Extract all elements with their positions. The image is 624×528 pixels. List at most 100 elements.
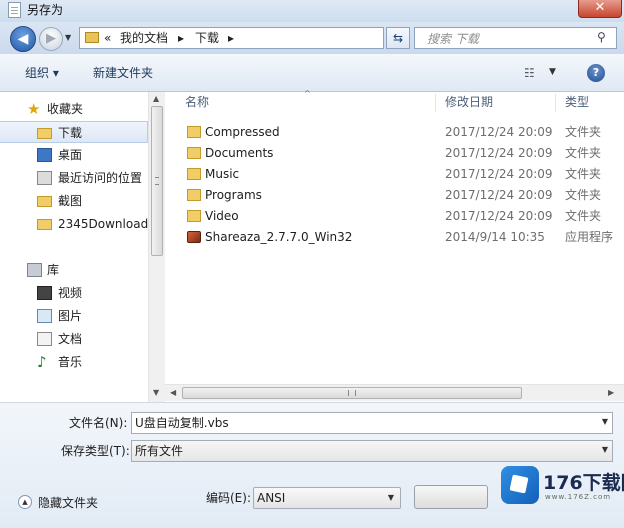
file-type: 文件夹 (565, 146, 602, 160)
file-name: Music (205, 167, 240, 181)
file-row-shareaza[interactable]: Shareaza_2.7.7.0_Win32 2014/9/14 10:35 应… (183, 227, 623, 248)
sidebar-item-music[interactable]: ♪ 音乐 (0, 351, 148, 373)
filetype-value: 所有文件 (135, 444, 184, 458)
filetype-select[interactable]: 所有文件 ▼ (131, 440, 613, 462)
scroll-left-arrow[interactable]: ◀ (170, 388, 176, 397)
file-type: 文件夹 (565, 209, 602, 223)
sidebar-item-recent-places[interactable]: 最近访问的位置 (0, 167, 148, 189)
column-header-name[interactable]: 名称 (185, 94, 209, 110)
sidebar-item-videos[interactable]: 视频 (0, 282, 148, 304)
sidebar-item-screenshots[interactable]: 截图 (0, 190, 148, 212)
breadcrumb-separator[interactable]: ▸ (228, 30, 234, 46)
folder-icon (187, 168, 201, 180)
picture-icon (37, 309, 52, 323)
hide-folders-toggle[interactable]: ▲ 隐藏文件夹 (18, 494, 118, 512)
folder-icon (187, 147, 201, 159)
recent-pages-dropdown[interactable]: ▼ (65, 33, 75, 43)
filename-label: 文件名(N): (69, 416, 128, 430)
search-input[interactable]: 搜索 下载 ⚲ (414, 27, 617, 49)
column-divider[interactable] (555, 94, 556, 112)
forward-button[interactable]: ▶ (39, 27, 63, 51)
sidebar-item-downloads[interactable]: 下载 (0, 121, 148, 143)
scroll-up-arrow[interactable]: ▲ (153, 94, 159, 103)
sidebar-item-label: 最近访问的位置 (58, 171, 143, 185)
column-header-date-modified[interactable]: 修改日期 (445, 94, 493, 110)
scrollbar-thumb[interactable] (182, 387, 522, 399)
refresh-button[interactable]: ⇆ (386, 27, 410, 49)
desktop-icon (37, 148, 52, 162)
folder-icon (37, 219, 52, 230)
music-icon: ♪ (37, 353, 47, 371)
filename-value: U盘自动复制.vbs (135, 416, 229, 430)
search-placeholder: 搜索 下载 (427, 32, 479, 46)
file-date: 2017/12/24 20:09 (445, 188, 553, 202)
file-date: 2017/12/24 20:09 (445, 209, 553, 223)
close-button[interactable]: ✕ (578, 0, 622, 18)
file-list: ^ 名称 修改日期 类型 Compressed 2017/12/24 20:09… (165, 89, 624, 402)
scroll-down-arrow[interactable]: ▼ (153, 388, 159, 397)
scrollbar-grip (155, 177, 159, 185)
navigation-pane: ★ 收藏夹 下载 桌面 最近访问的位置 截图 2345Downloads 库 视… (0, 92, 165, 402)
breadcrumb-separator[interactable]: ▸ (178, 30, 184, 46)
favorites-star-icon: ★ (27, 100, 41, 118)
command-toolbar: 组织 ▾ 新建文件夹 ☷ ▼ ? (0, 54, 624, 92)
file-date: 2017/12/24 20:09 (445, 167, 553, 181)
new-folder-button[interactable]: 新建文件夹 (93, 65, 153, 81)
sidebar-libraries-header[interactable]: 库 (0, 259, 148, 281)
scroll-right-arrow[interactable]: ▶ (608, 388, 614, 397)
scrollbar-thumb[interactable] (151, 106, 163, 256)
sidebar-item-pictures[interactable]: 图片 (0, 305, 148, 327)
folder-icon (187, 189, 201, 201)
file-row-compressed[interactable]: Compressed 2017/12/24 20:09 文件夹 (183, 122, 623, 143)
help-icon[interactable]: ? (587, 64, 605, 82)
filename-input[interactable]: U盘自动复制.vbs ▼ (131, 412, 613, 434)
file-row-documents[interactable]: Documents 2017/12/24 20:09 文件夹 (183, 143, 623, 164)
sidebar-item-label: 截图 (58, 194, 83, 208)
file-type: 文件夹 (565, 167, 602, 181)
view-options-icon[interactable]: ☷ (524, 66, 540, 80)
back-button[interactable]: ◀ (10, 26, 36, 52)
breadcrumb-my-documents[interactable]: 我的文档 (120, 30, 168, 46)
encoding-label: 编码(E): (206, 491, 251, 505)
address-bar[interactable]: « 我的文档 ▸ 下载 ▸ ▼ (79, 27, 451, 49)
file-date: 2017/12/24 20:09 (445, 125, 553, 139)
breadcrumb-overflow[interactable]: « (104, 30, 111, 46)
sidebar-item-2345downloads[interactable]: 2345Downloads (0, 213, 154, 235)
filename-history-dropdown[interactable]: ▼ (602, 417, 608, 426)
encoding-select[interactable]: ANSI ▼ (253, 487, 401, 509)
navigation-pane-scrollbar[interactable]: ▲ ▼ (148, 92, 165, 402)
organize-button[interactable]: 组织 ▾ (25, 65, 59, 81)
site-watermark-logo: 176下载网 www.176Z.com (497, 462, 624, 508)
column-divider[interactable] (435, 94, 436, 112)
notepad-document-icon (8, 2, 21, 18)
sidebar-item-label: 图片 (58, 309, 83, 323)
folder-icon (187, 126, 201, 138)
column-header-type[interactable]: 类型 (565, 94, 589, 110)
sidebar-item-label: 桌面 (58, 148, 83, 162)
watermark-text: 176下载网 (543, 472, 624, 494)
filetype-dropdown[interactable]: ▼ (602, 445, 608, 454)
filetype-label: 保存类型(T): (61, 444, 130, 458)
download-folder-icon (37, 128, 52, 139)
file-name: Documents (205, 146, 274, 160)
file-row-programs[interactable]: Programs 2017/12/24 20:09 文件夹 (183, 185, 623, 206)
recent-places-icon (37, 171, 52, 185)
breadcrumb-downloads[interactable]: 下载 (195, 30, 219, 46)
encoding-dropdown[interactable]: ▼ (388, 493, 394, 502)
sidebar-item-desktop[interactable]: 桌面 (0, 144, 148, 166)
file-type: 应用程序 (565, 230, 614, 244)
file-date: 2017/12/24 20:09 (445, 146, 553, 160)
file-row-music[interactable]: Music 2017/12/24 20:09 文件夹 (183, 164, 623, 185)
sort-ascending-icon: ^ (304, 89, 311, 98)
file-name: Compressed (205, 125, 280, 139)
sidebar-item-documents[interactable]: 文档 (0, 328, 148, 350)
search-icon[interactable]: ⚲ (597, 30, 611, 46)
file-row-video[interactable]: Video 2017/12/24 20:09 文件夹 (183, 206, 623, 227)
file-list-horizontal-scrollbar[interactable]: ◀ ▶ (165, 384, 624, 401)
save-button[interactable] (414, 485, 488, 509)
view-options-dropdown[interactable]: ▼ (549, 67, 556, 77)
window-title: 另存为 (27, 3, 64, 17)
sidebar-item-label: 2345Downloads (58, 217, 155, 231)
sidebar-item-label: 文档 (58, 332, 83, 346)
sidebar-favorites-header[interactable]: ★ 收藏夹 (0, 98, 148, 120)
